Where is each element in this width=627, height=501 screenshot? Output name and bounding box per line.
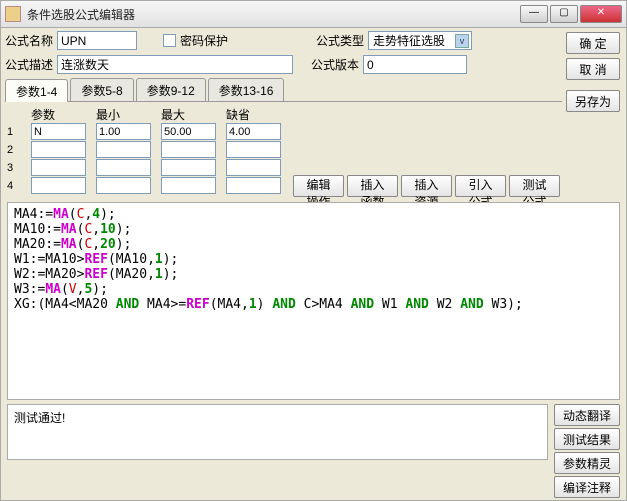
maximize-button[interactable]: ▢: [550, 5, 578, 23]
row-idx: 4: [7, 178, 21, 195]
name-label: 公式名称: [5, 32, 53, 49]
param-name-input[interactable]: [31, 141, 86, 158]
insert-fn-button[interactable]: 插入函数: [347, 175, 398, 197]
compile-comment-button[interactable]: 编译注释: [554, 476, 620, 498]
app-icon: [5, 6, 21, 22]
desc-input[interactable]: [57, 55, 293, 74]
param-max-input[interactable]: [161, 123, 216, 140]
param-tabs: 参数1-4 参数5-8 参数9-12 参数13-16: [5, 78, 562, 102]
chevron-down-icon: v: [455, 34, 469, 48]
minimize-button[interactable]: —: [520, 5, 548, 23]
col-def: 缺省: [226, 106, 281, 121]
param-def-input[interactable]: [226, 141, 281, 158]
ok-button[interactable]: 确 定: [566, 32, 620, 54]
dynamic-translate-button[interactable]: 动态翻译: [554, 404, 620, 426]
desc-label: 公式描述: [5, 56, 53, 73]
col-name: 参数: [31, 106, 86, 121]
pwd-label: 密码保护: [180, 32, 228, 49]
type-select[interactable]: 走势特征选股 v: [368, 31, 472, 50]
col-max: 最大: [161, 106, 216, 121]
type-value: 走势特征选股: [373, 32, 445, 49]
insert-res-button[interactable]: 插入资源: [401, 175, 452, 197]
cancel-button[interactable]: 取 消: [566, 58, 620, 80]
edit-op-button[interactable]: 编辑操作: [293, 175, 344, 197]
status-area: 测试通过!: [7, 404, 548, 460]
param-min-input[interactable]: [96, 141, 151, 158]
param-min-input[interactable]: [96, 177, 151, 194]
type-label: 公式类型: [316, 32, 364, 49]
param-min-input[interactable]: [96, 123, 151, 140]
saveas-button[interactable]: 另存为: [566, 90, 620, 112]
param-def-input[interactable]: [226, 177, 281, 194]
tab-params-13-16[interactable]: 参数13-16: [208, 78, 285, 101]
row-idx: 1: [7, 124, 21, 141]
param-def-input[interactable]: [226, 123, 281, 140]
import-formula-button[interactable]: 引入公式: [455, 175, 506, 197]
password-checkbox[interactable]: [163, 34, 176, 47]
tab-params-1-4[interactable]: 参数1-4: [5, 79, 68, 102]
test-formula-button[interactable]: 测试公式: [509, 175, 560, 197]
param-name-input[interactable]: [31, 177, 86, 194]
code-editor[interactable]: MA4:=MA(C,4); MA10:=MA(C,10); MA20:=MA(C…: [7, 202, 620, 400]
window-title: 条件选股公式编辑器: [27, 6, 520, 23]
row-idx: 2: [7, 142, 21, 159]
ver-label: 公式版本: [311, 56, 359, 73]
name-input[interactable]: [57, 31, 137, 50]
param-max-input[interactable]: [161, 177, 216, 194]
titlebar: 条件选股公式编辑器 — ▢ ✕: [0, 0, 627, 28]
row-idx: 3: [7, 160, 21, 177]
param-def-input[interactable]: [226, 159, 281, 176]
param-name-input[interactable]: [31, 123, 86, 140]
col-min: 最小: [96, 106, 151, 121]
param-max-input[interactable]: [161, 159, 216, 176]
param-max-input[interactable]: [161, 141, 216, 158]
param-wizard-button[interactable]: 参数精灵: [554, 452, 620, 474]
test-result-button[interactable]: 测试结果: [554, 428, 620, 450]
tab-params-9-12[interactable]: 参数9-12: [136, 78, 206, 101]
param-name-input[interactable]: [31, 159, 86, 176]
param-min-input[interactable]: [96, 159, 151, 176]
ver-input[interactable]: [363, 55, 467, 74]
tab-params-5-8[interactable]: 参数5-8: [70, 78, 133, 101]
close-button[interactable]: ✕: [580, 5, 622, 23]
